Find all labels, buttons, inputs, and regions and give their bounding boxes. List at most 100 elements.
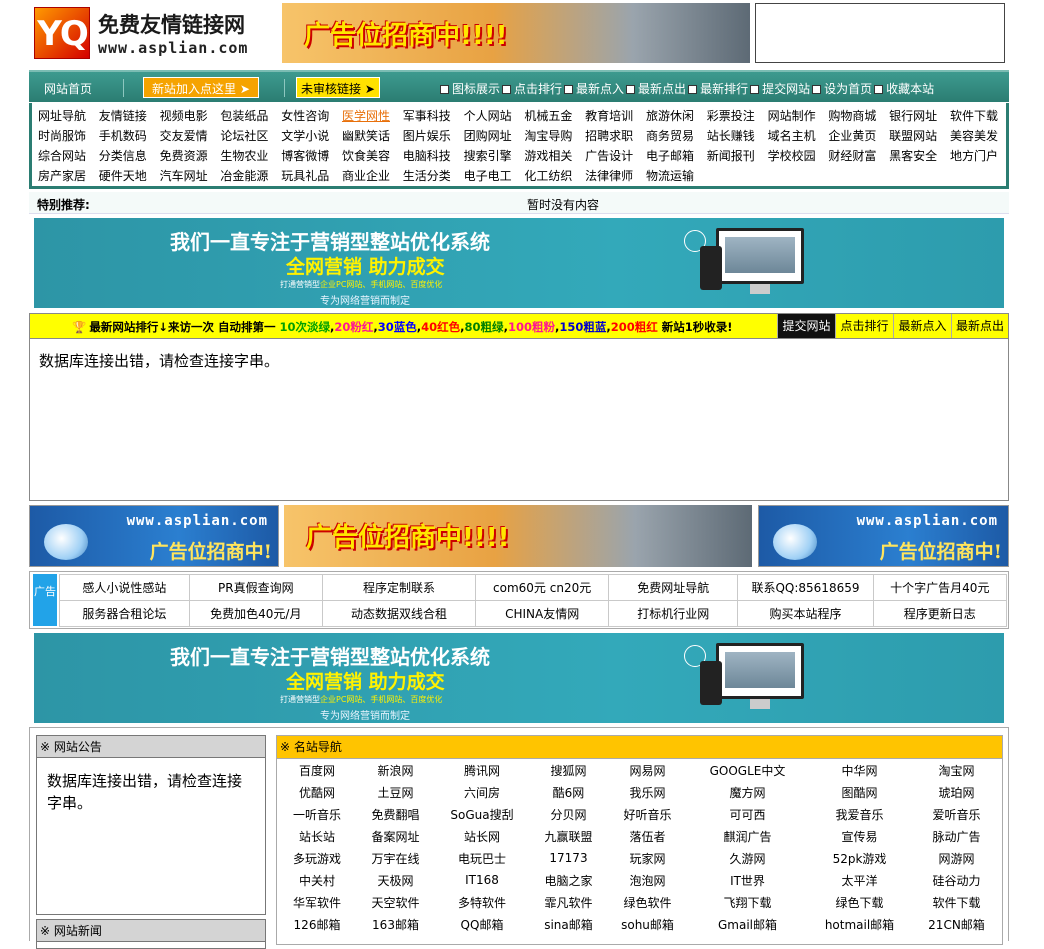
famous-site-link[interactable]: 多玩游戏: [277, 847, 357, 869]
marketing-banner[interactable]: 我们一直专注于营销型整站优化系统 全网营销 助力成交 打通营销型企业PC网站、手…: [34, 218, 1004, 308]
category-link[interactable]: 生活分类: [403, 166, 464, 186]
category-link[interactable]: 美容美发: [950, 126, 1011, 146]
category-link[interactable]: 财经财富: [828, 146, 889, 166]
famous-site-link[interactable]: 17173: [530, 847, 607, 869]
category-link[interactable]: 物流运输: [646, 166, 707, 186]
famous-site-link[interactable]: sina邮箱: [530, 913, 607, 935]
category-link[interactable]: 化工纺织: [524, 166, 585, 186]
text-ad-link[interactable]: PR真假查询网: [188, 574, 323, 601]
category-link[interactable]: 友情链接: [99, 106, 160, 126]
category-link[interactable]: 生物农业: [220, 146, 281, 166]
famous-site-link[interactable]: QQ邮箱: [434, 913, 530, 935]
submit-site-button[interactable]: 提交网站: [777, 314, 835, 338]
text-ad-link[interactable]: CHINA友情网: [475, 600, 610, 627]
text-ad-link[interactable]: 联系QQ:85618659: [737, 574, 874, 601]
nav-link[interactable]: 最新点出: [638, 82, 686, 96]
famous-site-link[interactable]: 我爱音乐: [807, 803, 912, 825]
famous-site-link[interactable]: 玩家网: [607, 847, 688, 869]
famous-site-link[interactable]: 腾讯网: [434, 759, 530, 781]
category-link[interactable]: 包装纸品: [220, 106, 281, 126]
famous-site-link[interactable]: IT168: [434, 869, 530, 891]
famous-site-link[interactable]: 百度网: [277, 759, 357, 781]
category-link[interactable]: 图片娱乐: [403, 126, 464, 146]
famous-site-link[interactable]: 中关村: [277, 869, 357, 891]
text-ad-link[interactable]: 程序更新日志: [872, 600, 1008, 627]
left-ad-banner[interactable]: www.asplian.com 广告位招商中!: [29, 505, 279, 567]
famous-site-link[interactable]: IT世界: [688, 869, 807, 891]
famous-site-link[interactable]: 52pk游戏: [807, 847, 912, 869]
text-ad-link[interactable]: 免费网址导航: [608, 574, 739, 601]
famous-site-link[interactable]: 淘宝网: [912, 759, 1001, 781]
category-link[interactable]: 购物商城: [828, 106, 889, 126]
broken-ad-image[interactable]: [755, 3, 1005, 63]
famous-site-link[interactable]: 绿色下载: [807, 891, 912, 913]
famous-site-link[interactable]: 21CN邮箱: [912, 913, 1001, 935]
nav-link[interactable]: 设为首页: [824, 82, 872, 96]
category-link[interactable]: 软件下载: [950, 106, 1011, 126]
famous-site-link[interactable]: 太平洋: [807, 869, 912, 891]
category-link[interactable]: 医学网性: [342, 106, 403, 126]
famous-site-link[interactable]: 天空软件: [357, 891, 434, 913]
famous-site-link[interactable]: 硅谷动力: [912, 869, 1001, 891]
category-link[interactable]: 饮食美容: [342, 146, 403, 166]
category-link[interactable]: 玩具礼品: [281, 166, 342, 186]
famous-site-link[interactable]: 新浪网: [357, 759, 434, 781]
category-link[interactable]: 电子电工: [464, 166, 525, 186]
famous-site-link[interactable]: 我乐网: [607, 781, 688, 803]
nav-link[interactable]: 最新排行: [700, 82, 748, 96]
famous-site-link[interactable]: 163邮箱: [357, 913, 434, 935]
famous-site-link[interactable]: 土豆网: [357, 781, 434, 803]
famous-site-link[interactable]: 绿色软件: [607, 891, 688, 913]
category-link[interactable]: 硬件天地: [99, 166, 160, 186]
famous-site-link[interactable]: 魔方网: [688, 781, 807, 803]
category-link[interactable]: 电子邮箱: [646, 146, 707, 166]
famous-site-link[interactable]: GOOGLE中文: [688, 759, 807, 781]
famous-site-link[interactable]: 多特软件: [434, 891, 530, 913]
nav-pending-button[interactable]: 未审核链接 ➤: [296, 77, 380, 98]
famous-site-link[interactable]: 麒润广告: [688, 825, 807, 847]
category-link[interactable]: 黑客安全: [889, 146, 950, 166]
nav-link[interactable]: 图标展示: [452, 82, 500, 96]
category-link[interactable]: 旅游休闲: [646, 106, 707, 126]
famous-site-link[interactable]: 站长站: [277, 825, 357, 847]
nav-link[interactable]: 收藏本站: [886, 82, 934, 96]
category-link[interactable]: 法律律师: [585, 166, 646, 186]
category-link[interactable]: 招聘求职: [585, 126, 646, 146]
category-link[interactable]: 博客微博: [281, 146, 342, 166]
text-ad-link[interactable]: 服务器合租论坛: [59, 600, 190, 627]
famous-site-link[interactable]: 126邮箱: [277, 913, 357, 935]
category-link[interactable]: 团购网址: [464, 126, 525, 146]
category-link[interactable]: 联盟网站: [889, 126, 950, 146]
center-ad-banner[interactable]: 广告位招商中!!!!: [284, 505, 752, 567]
category-link[interactable]: 文学小说: [281, 126, 342, 146]
text-ad-link[interactable]: 十个字广告月40元: [872, 574, 1008, 601]
famous-site-link[interactable]: 华军软件: [277, 891, 357, 913]
category-link[interactable]: 电脑科技: [403, 146, 464, 166]
text-ad-link[interactable]: 免费加色40元/月: [188, 600, 323, 627]
text-ad-link[interactable]: 动态数据双线合租: [321, 600, 477, 627]
famous-site-link[interactable]: 九赢联盟: [530, 825, 607, 847]
category-link[interactable]: 企业黄页: [828, 126, 889, 146]
category-link[interactable]: 军事科技: [403, 106, 464, 126]
text-ad-link[interactable]: 感人小说性感站: [59, 574, 190, 601]
category-link[interactable]: 站长赚钱: [707, 126, 768, 146]
nav-join-button[interactable]: 新站加入点这里 ➤: [143, 77, 259, 98]
category-link[interactable]: 综合网站: [38, 146, 99, 166]
nav-link[interactable]: 点击排行: [514, 82, 562, 96]
famous-site-link[interactable]: 优酷网: [277, 781, 357, 803]
top-ad-banner[interactable]: 广告位招商中!!!!: [282, 3, 750, 63]
famous-site-link[interactable]: 好听音乐: [607, 803, 688, 825]
latest-out-button[interactable]: 最新点出: [951, 314, 1008, 338]
famous-site-link[interactable]: 落伍者: [607, 825, 688, 847]
famous-site-link[interactable]: 网游网: [912, 847, 1001, 869]
category-link[interactable]: 教育培训: [585, 106, 646, 126]
famous-site-link[interactable]: 搜狐网: [530, 759, 607, 781]
famous-site-link[interactable]: 网易网: [607, 759, 688, 781]
famous-site-link[interactable]: 一听音乐: [277, 803, 357, 825]
category-link[interactable]: 淘宝导购: [524, 126, 585, 146]
category-link[interactable]: 冶金能源: [220, 166, 281, 186]
category-link[interactable]: 机械五金: [524, 106, 585, 126]
category-link[interactable]: 房产家居: [38, 166, 99, 186]
text-ad-link[interactable]: 程序定制联系: [321, 574, 477, 601]
category-link[interactable]: 分类信息: [99, 146, 160, 166]
